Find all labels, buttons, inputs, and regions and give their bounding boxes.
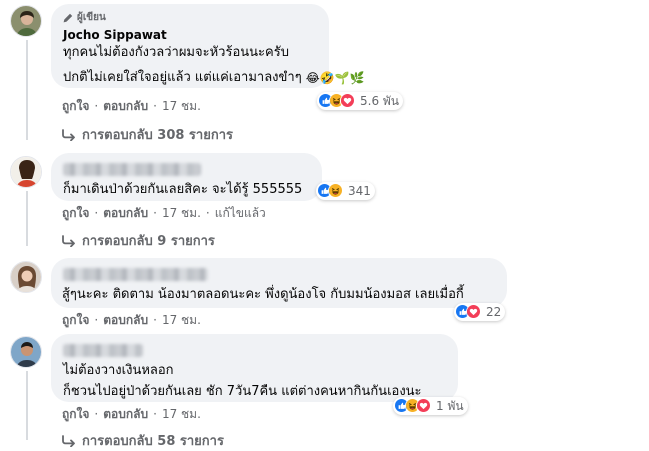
comment-text-line-2: ปกติไม่เคยใส่ใจอยู่แล้ว แต่แค่เอามาลงขำๆ <box>63 70 302 85</box>
avatar[interactable] <box>10 261 42 293</box>
reaction-count: 5.6 พัน <box>360 94 400 108</box>
reply-arrow-icon <box>62 234 75 247</box>
view-replies-label: การตอบกลับ 58 รายการ <box>82 434 224 449</box>
commenter-name[interactable]: Jocho Sippawat <box>63 27 317 44</box>
comment-text-line-1: ทุกคนไม่ต้องกังวลว่าผมจะหัวร้อนนะครับ <box>63 45 289 60</box>
comment-text-line-2: ก็ชวนไปอยู่ป่าด้วยกันเลย ชัก 7วัน7คืน แต… <box>63 384 422 399</box>
edited-label[interactable]: แก้ไขแล้ว <box>215 205 266 221</box>
comment-bubble: ผู้เขียน Jocho Sippawat ทุกคนไม่ต้องกังว… <box>51 4 365 88</box>
like-button[interactable]: ถูกใจ <box>62 312 89 328</box>
comment-timestamp[interactable]: 17 ชม. <box>162 205 201 221</box>
reply-arrow-icon <box>62 128 75 141</box>
reaction-count: 22 <box>486 305 502 319</box>
commenter-name-blurred[interactable] <box>63 268 208 281</box>
love-reaction-icon <box>416 398 432 414</box>
love-reaction-icon <box>466 304 482 320</box>
like-button[interactable]: ถูกใจ <box>62 205 89 221</box>
comment-actions: ถูกใจ · ตอบกลับ · 17 ชม. <box>62 98 201 114</box>
haha-reaction-icon <box>328 183 344 199</box>
view-replies-link[interactable]: การตอบกลับ 308 รายการ <box>62 124 233 145</box>
author-badge: ผู้เขียน <box>63 11 317 25</box>
reaction-summary[interactable]: 5.6 พัน <box>317 92 404 110</box>
reaction-summary[interactable]: 22 <box>454 303 506 321</box>
commenter-name-blurred[interactable] <box>63 344 143 357</box>
reply-thread-line <box>26 371 28 440</box>
view-replies-link[interactable]: การตอบกลับ 58 รายการ <box>62 430 224 451</box>
avatar[interactable] <box>10 5 42 37</box>
comment-timestamp[interactable]: 17 ชม. <box>162 312 201 328</box>
reply-button[interactable]: ตอบกลับ <box>103 98 148 114</box>
love-reaction-icon <box>340 93 356 109</box>
comment-bubble: ไม่ต้องวางเงินหลอก ก็ชวนไปอยู่ป่าด้วยกัน… <box>51 334 458 402</box>
reaction-summary[interactable]: 341 <box>316 182 375 200</box>
reply-arrow-icon <box>62 434 75 447</box>
comment-emoji: 😂🤣🌱🌿 <box>305 71 365 85</box>
pencil-icon <box>63 13 73 23</box>
reply-button[interactable]: ตอบกลับ <box>103 406 148 422</box>
comment-actions: ถูกใจ · ตอบกลับ · 17 ชม. <box>62 406 201 422</box>
reaction-summary[interactable]: 1 พัน <box>393 397 468 415</box>
reaction-count: 341 <box>348 184 371 198</box>
comment-text: ก็มาเดินป่าด้วยกันเลยสิคะ จะได้รู้ 55555… <box>63 182 303 197</box>
comment-text-line-1: ไม่ต้องวางเงินหลอก <box>63 363 174 378</box>
reply-button[interactable]: ตอบกลับ <box>103 205 148 221</box>
comment-actions: ถูกใจ · ตอบกลับ · 17 ชม. · แก้ไขแล้ว <box>62 205 266 221</box>
view-replies-label: การตอบกลับ 308 รายการ <box>82 128 233 143</box>
reply-thread-line <box>26 40 28 140</box>
view-replies-label: การตอบกลับ 9 รายการ <box>82 234 215 249</box>
comment-actions: ถูกใจ · ตอบกลับ · 17 ชม. <box>62 312 201 328</box>
reply-button[interactable]: ตอบกลับ <box>103 312 148 328</box>
author-badge-label: ผู้เขียน <box>77 12 106 23</box>
comment-bubble: สู้ๆนะคะ ติดตาม น้องมาตลอดนะคะ พึ่งดูน้อ… <box>51 258 507 308</box>
avatar[interactable] <box>10 336 42 368</box>
view-replies-link[interactable]: การตอบกลับ 9 รายการ <box>62 230 215 251</box>
like-button[interactable]: ถูกใจ <box>62 406 89 422</box>
like-button[interactable]: ถูกใจ <box>62 98 89 114</box>
avatar[interactable] <box>10 156 42 188</box>
reaction-count: 1 พัน <box>436 399 464 413</box>
comment-text: สู้ๆนะคะ ติดตาม น้องมาตลอดนะคะ พึ่งดูน้อ… <box>62 287 464 302</box>
reply-thread-line <box>26 191 28 246</box>
comment-bubble: ก็มาเดินป่าด้วยกันเลยสิคะ จะได้รู้ 55555… <box>51 153 322 201</box>
comment-timestamp[interactable]: 17 ชม. <box>162 406 201 422</box>
comment-timestamp[interactable]: 17 ชม. <box>162 98 201 114</box>
commenter-name-blurred[interactable] <box>63 163 201 176</box>
